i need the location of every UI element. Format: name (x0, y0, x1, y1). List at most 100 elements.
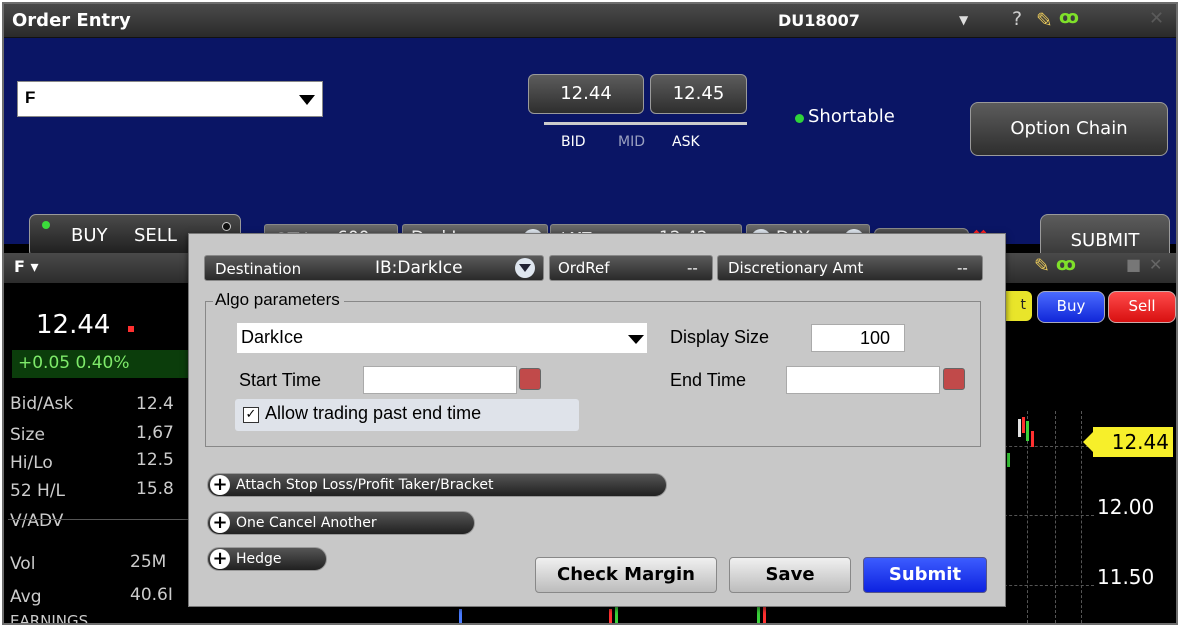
sell-option[interactable]: SELL (134, 225, 177, 246)
divider (8, 519, 188, 520)
algo-select[interactable]: DarkIce (237, 323, 647, 353)
grid-line (1004, 585, 1094, 586)
calendar-icon[interactable] (519, 368, 541, 390)
grid-line (1055, 411, 1056, 623)
axis-tick-label: 11.50 (1097, 565, 1155, 589)
ordref-label: OrdRef (558, 259, 610, 277)
display-size-input[interactable]: 100 (811, 324, 905, 352)
checkbox-checked-icon[interactable]: ✓ (243, 407, 259, 423)
price-divider (544, 122, 747, 125)
ask-price-button[interactable]: 12.45 (650, 74, 747, 114)
close-icon[interactable]: ✕ (1149, 255, 1162, 274)
ordref-field[interactable]: OrdRef -- (549, 255, 713, 281)
symbol-value: F (25, 88, 36, 107)
save-button[interactable]: Save (729, 557, 851, 593)
candle (615, 607, 618, 623)
hedge-label: Hedge (236, 551, 282, 567)
grid-line (1004, 515, 1094, 516)
candle (1022, 417, 1025, 433)
attach-bracket-button[interactable]: + Attach Stop Loss/Profit Taker/Bracket (207, 473, 667, 497)
algo-parameters-label: Algo parameters (213, 290, 344, 310)
wrench-icon[interactable]: ✎ (1036, 8, 1053, 32)
buy-indicator-icon (42, 221, 50, 229)
hedge-button[interactable]: + Hedge (207, 547, 327, 571)
attach-bracket-label: Attach Stop Loss/Profit Taker/Bracket (236, 477, 494, 493)
row-label: Avg (10, 587, 42, 607)
buy-option[interactable]: BUY (71, 225, 108, 246)
row-label: Size (10, 425, 45, 445)
candle (757, 607, 760, 623)
row-value: 15.8 (136, 479, 174, 499)
start-time-input[interactable] (363, 366, 517, 394)
chevron-down-icon[interactable]: ▼ (959, 13, 968, 27)
link-icon[interactable]: ꝏ (1059, 7, 1079, 28)
link-icon[interactable]: ꝏ (1056, 254, 1076, 275)
row-value: 25M (130, 552, 167, 572)
minimize-icon[interactable]: ■ (1126, 255, 1141, 274)
end-time-label: End Time (670, 370, 747, 390)
allow-past-end-label: Allow trading past end time (265, 403, 482, 423)
change-badge: +0.05 0.40% (12, 350, 188, 378)
submit-button[interactable]: Submit (863, 557, 987, 593)
oca-label: One Cancel Another (236, 515, 377, 531)
candle (1007, 453, 1010, 467)
discretionary-value[interactable]: -- (957, 259, 968, 277)
chevron-down-icon[interactable] (299, 95, 315, 105)
price-tag: 12.44 (1083, 427, 1173, 457)
ask-label: ASK (672, 134, 700, 150)
one-cancel-another-button[interactable]: + One Cancel Another (207, 511, 475, 535)
allow-past-end-option[interactable]: ✓ Allow trading past end time (235, 399, 579, 431)
sell-indicator-icon (222, 222, 231, 231)
grid-line (1004, 446, 1094, 447)
axis-tick-label: 12.00 (1097, 495, 1155, 519)
order-entry-titlebar: Order Entry DU18007 ▼ ? ✎ ꝏ ✕ (4, 4, 1176, 38)
destination-field[interactable]: Destination IB:DarkIce (204, 255, 544, 281)
row-label: Hi/Lo (10, 453, 53, 473)
chart-sell-button[interactable]: Sell (1108, 291, 1176, 323)
shortable-indicator-icon (795, 114, 804, 123)
grid-line (1081, 411, 1082, 623)
window-title: Order Entry (12, 10, 131, 31)
row-label: Bid/Ask (10, 394, 74, 414)
account-selector[interactable]: DU18007 (778, 11, 860, 30)
quote-symbol[interactable]: F ▾ (14, 257, 39, 276)
candle (1018, 419, 1021, 437)
discretionary-amt-field[interactable]: Discretionary Amt -- (717, 255, 983, 281)
row-value: 1,67 (136, 423, 174, 443)
destination-label: Destination (215, 260, 302, 278)
candle (1031, 431, 1034, 447)
chevron-down-icon[interactable] (515, 258, 535, 278)
mid-label[interactable]: MID (618, 134, 645, 150)
row-label: EARNINGS (10, 612, 89, 625)
symbol-input[interactable]: F (17, 81, 323, 117)
algo-value: DarkIce (241, 327, 304, 347)
chevron-down-icon[interactable] (628, 335, 644, 344)
candle (1026, 421, 1029, 441)
row-label: V/ADV (10, 511, 64, 531)
plus-icon: + (210, 549, 230, 569)
change-value: +0.05 0.40% (18, 353, 130, 373)
chart-buy-button[interactable]: Buy (1037, 291, 1105, 323)
plus-icon: + (210, 475, 230, 495)
start-time-label: Start Time (239, 370, 322, 390)
option-chain-button[interactable]: Option Chain (970, 102, 1168, 156)
calendar-icon[interactable] (943, 368, 965, 390)
close-icon[interactable]: ✕ (1149, 8, 1164, 29)
last-price: 12.44 (36, 310, 111, 340)
display-size-label: Display Size (670, 327, 770, 347)
check-margin-button[interactable]: Check Margin (535, 557, 717, 593)
bid-price-button[interactable]: 12.44 (528, 74, 644, 114)
order-entry-panel: F 12.44 12.45 BID MID ASK Shortable Opti… (4, 38, 1176, 268)
advanced-order-dialog: Destination IB:DarkIce OrdRef -- Discret… (188, 233, 1006, 607)
candle (609, 609, 612, 623)
wrench-icon[interactable]: ✎ (1034, 255, 1050, 277)
app-frame: Order Entry DU18007 ▼ ? ✎ ꝏ ✕ F 12.44 12… (2, 2, 1178, 625)
tick-down-icon (128, 326, 134, 332)
row-value: 40.6I (130, 585, 173, 605)
grid-line (1027, 411, 1028, 623)
ordref-value[interactable]: -- (687, 259, 698, 277)
help-icon[interactable]: ? (1012, 8, 1022, 30)
end-time-input[interactable] (786, 366, 940, 394)
candle (763, 605, 766, 623)
row-value: 12.4 (136, 394, 174, 414)
